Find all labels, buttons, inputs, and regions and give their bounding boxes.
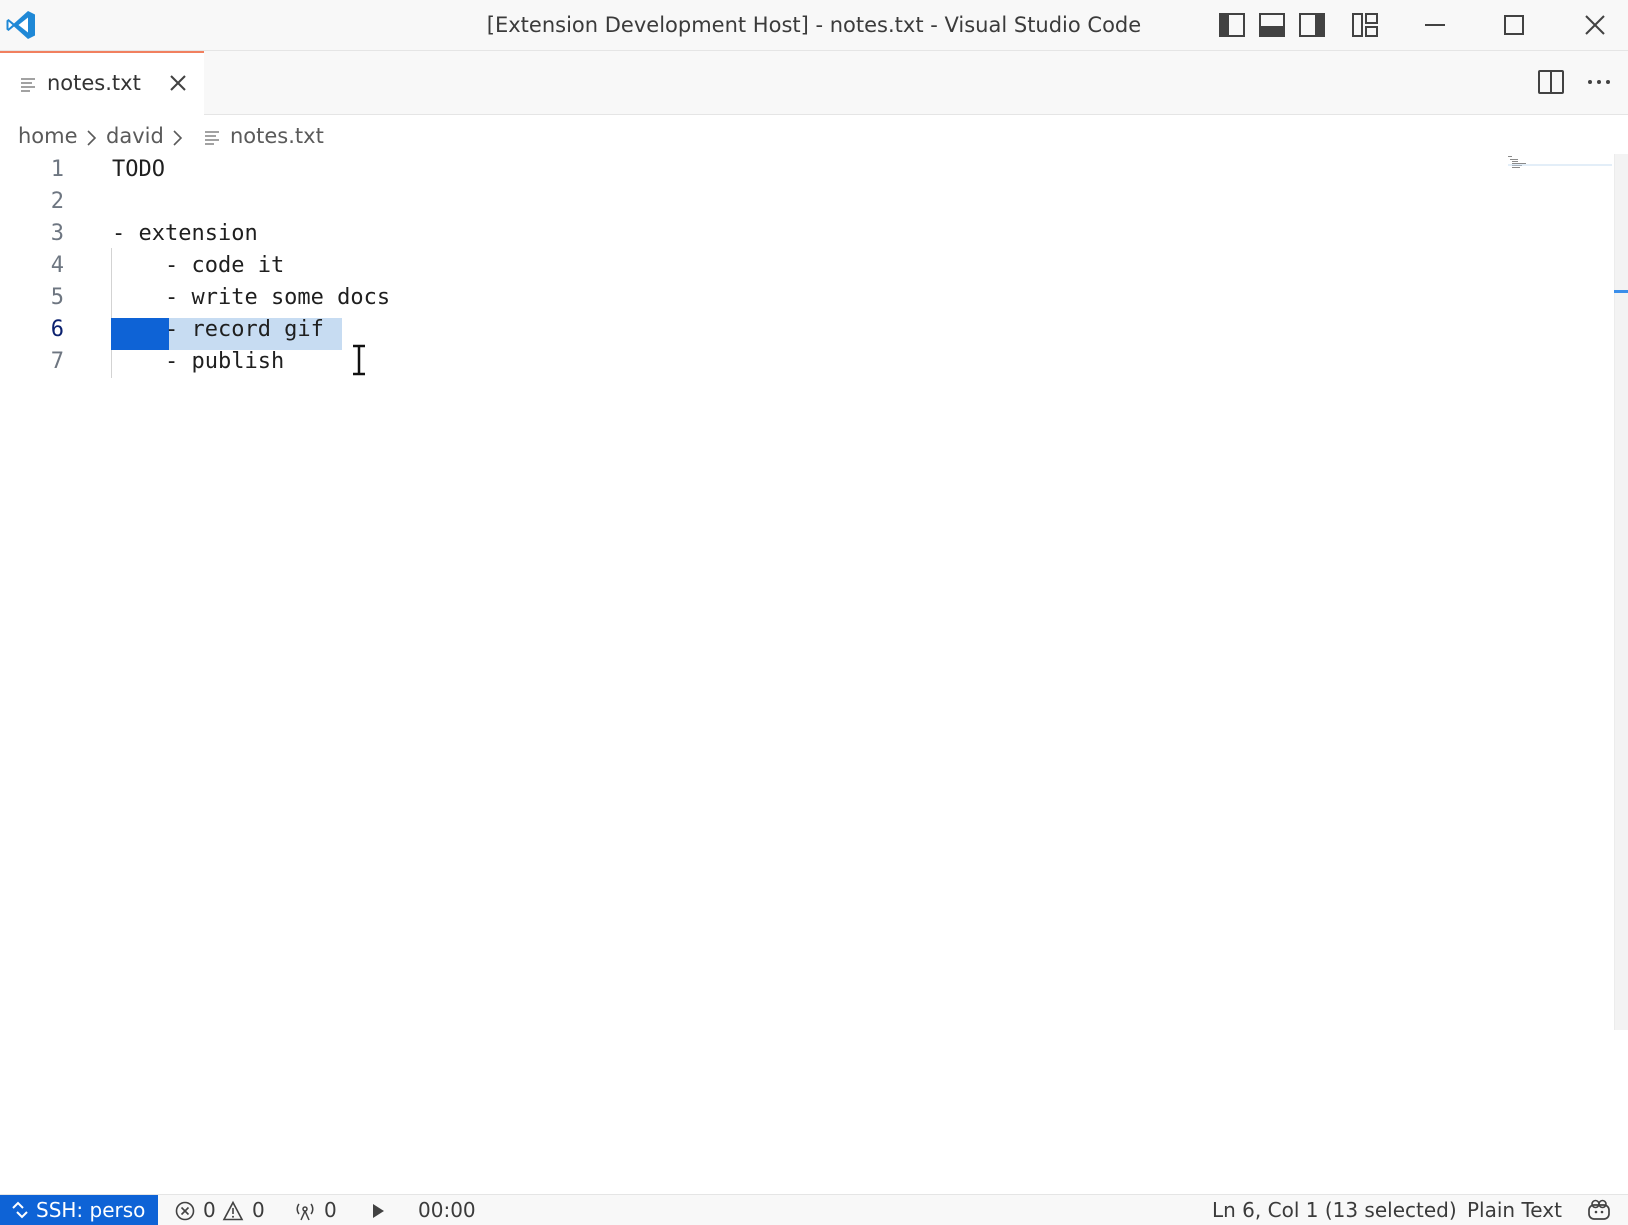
line-text: - extension	[112, 221, 258, 246]
ports-count[interactable]: 0	[324, 1198, 337, 1222]
error-count[interactable]: 0	[203, 1198, 216, 1222]
chevron-right-icon	[173, 130, 183, 146]
split-editor-icon[interactable]	[1536, 67, 1566, 97]
minimize-icon[interactable]	[1418, 8, 1452, 42]
ports-icon[interactable]	[294, 1200, 316, 1222]
toggle-primary-sidebar-icon[interactable]	[1217, 10, 1247, 40]
text-file-icon	[205, 131, 219, 145]
vertical-scrollbar[interactable]	[1614, 154, 1628, 1030]
toggle-panel-icon[interactable]	[1257, 10, 1287, 40]
chevron-right-icon	[87, 130, 97, 146]
line-text: - write some docs	[112, 285, 391, 310]
play-icon[interactable]	[367, 1200, 389, 1222]
warning-icon[interactable]	[222, 1200, 244, 1222]
line-text: - code it	[112, 253, 285, 278]
code-line[interactable]: 5 - write some docs	[0, 282, 1400, 314]
scrollbar-selection-marker	[1614, 290, 1628, 293]
title-bar: [Extension Development Host] - notes.txt…	[0, 0, 1628, 51]
line-text: - record gif	[112, 317, 324, 342]
line-number: 7	[50, 349, 64, 374]
error-icon[interactable]	[174, 1200, 196, 1222]
toggle-secondary-sidebar-icon[interactable]	[1297, 10, 1327, 40]
line-number: 2	[50, 189, 64, 214]
tab-notes-txt[interactable]: notes.txt	[0, 51, 204, 115]
editor[interactable]: 1 TODO 2 3 - extension 4 - code it 5 - w…	[0, 154, 1628, 1194]
remote-label: SSH: perso	[36, 1198, 146, 1222]
close-icon[interactable]	[1578, 8, 1612, 42]
remote-indicator[interactable]: SSH: perso	[0, 1195, 158, 1225]
line-number: 6	[50, 317, 64, 342]
line-number: 3	[50, 221, 64, 246]
code-line[interactable]: 2	[0, 186, 1400, 218]
line-number: 4	[50, 253, 64, 278]
more-actions-icon[interactable]	[1582, 67, 1616, 97]
status-bar: SSH: perso 0 0 0 00:00 Ln 6, Col 1 (13 s…	[0, 1194, 1628, 1225]
line-number: 5	[50, 285, 64, 310]
code-line[interactable]: 6 - record gif	[0, 314, 1400, 346]
tab-bar: notes.txt	[0, 51, 1628, 115]
line-text: TODO	[112, 157, 165, 182]
timer[interactable]: 00:00	[418, 1198, 476, 1222]
code-line[interactable]: 7 - publish	[0, 346, 1400, 378]
remote-icon	[12, 1201, 28, 1219]
warning-count[interactable]: 0	[252, 1198, 265, 1222]
line-text: - publish	[112, 349, 285, 374]
window-title: [Extension Development Host] - notes.txt…	[486, 13, 1142, 37]
language-mode[interactable]: Plain Text	[1467, 1198, 1562, 1222]
cursor-position[interactable]: Ln 6, Col 1 (13 selected)	[1212, 1198, 1457, 1222]
code-line[interactable]: 1 TODO	[0, 154, 1400, 186]
breadcrumb-home[interactable]: home	[18, 124, 78, 148]
tab-label: notes.txt	[47, 71, 141, 95]
breadcrumb-david[interactable]: david	[106, 124, 164, 148]
minimap[interactable]	[1508, 154, 1612, 184]
copilot-icon[interactable]	[1586, 1198, 1612, 1222]
text-file-icon	[21, 78, 35, 92]
code-line[interactable]: 3 - extension	[0, 218, 1400, 250]
customize-layout-icon[interactable]	[1350, 10, 1380, 40]
code-line[interactable]: 4 - code it	[0, 250, 1400, 282]
line-number: 1	[50, 157, 64, 182]
close-tab-icon[interactable]	[166, 71, 190, 95]
text-cursor-icon	[353, 344, 365, 376]
breadcrumb-notes-txt[interactable]: notes.txt	[230, 124, 324, 148]
maximize-icon[interactable]	[1497, 8, 1531, 42]
